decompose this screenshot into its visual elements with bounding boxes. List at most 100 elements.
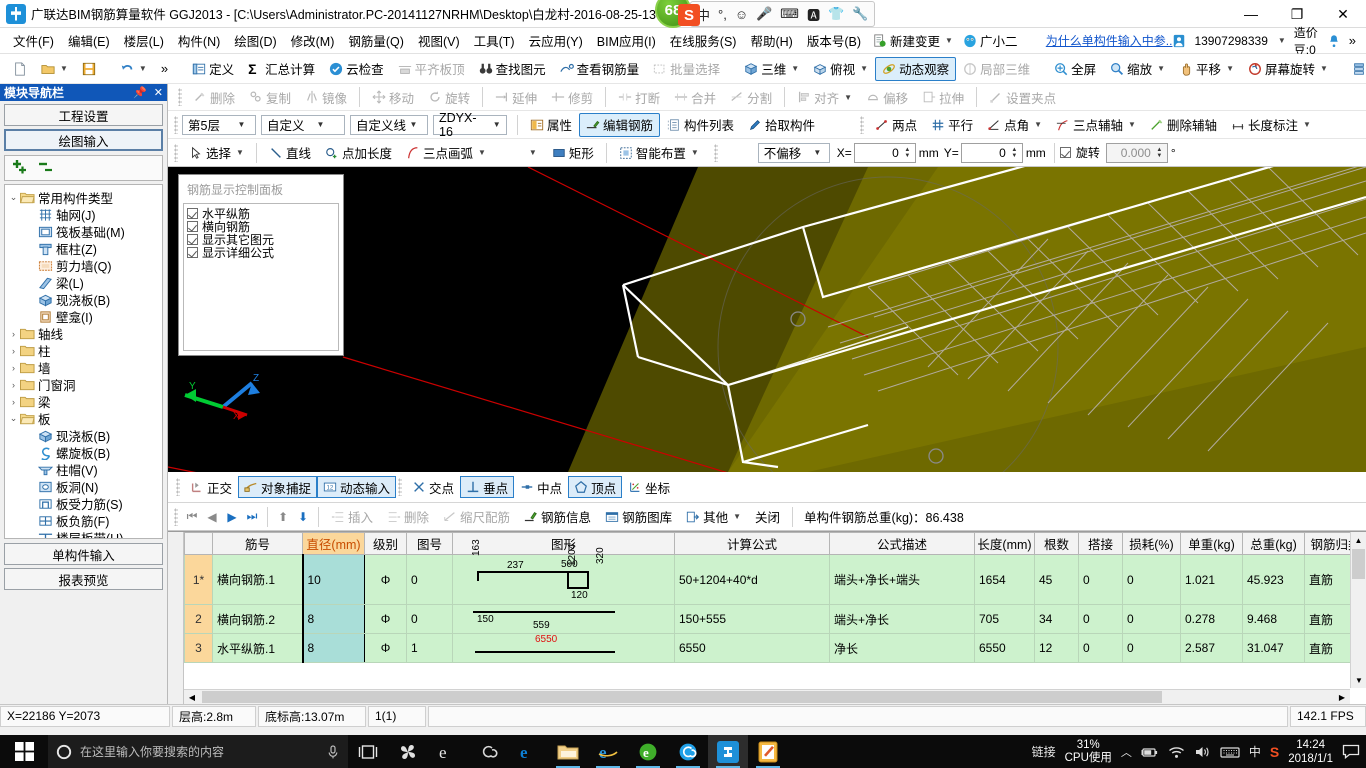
th-category[interactable]: 钢筋归类 [1304,532,1350,555]
tree-item-9[interactable]: › 柱 [7,342,162,359]
chevron-down-icon[interactable]: ▼ [60,64,68,73]
3d-viewport[interactable]: Z Y X 钢筋显示控制面板 水平纵筋 横向钢筋 显示其它图元 显示详细公式 [168,167,1366,472]
rotate-checkbox[interactable] [1059,147,1071,158]
task-view-icon[interactable] [348,735,388,768]
menu-modify[interactable]: 修改(M) [284,28,342,53]
tree-item-5[interactable]: 梁(L) [7,274,162,291]
chevron-down-icon[interactable]: ▼ [1303,120,1311,129]
rebar-library-button[interactable]: 钢筋图库 [598,505,679,529]
menu-view[interactable]: 视图(V) [411,28,467,53]
scroll-right-icon[interactable]: ▶ [1334,690,1350,705]
chevron-down-icon[interactable]: ▼ [1320,64,1328,73]
component-tree[interactable]: ⌄ 常用构件类型 轴网(J) 筏板基础(M) 框柱(Z) 剪力墙(Q) 梁(L) 现浇板(B)… [4,184,163,539]
properties-button[interactable]: 属性 [523,113,579,137]
set-grip-button[interactable]: 设置夹点 [982,85,1063,109]
find-element-button[interactable]: 查找图元 [472,57,553,81]
cell-category[interactable]: 直筋 [1304,633,1350,663]
sogou-browser-icon[interactable] [668,735,708,768]
define-button[interactable]: 定义 [185,57,241,81]
toolbar-grip[interactable] [174,115,178,134]
tree-item-13[interactable]: ⌄ 板 [7,410,162,427]
chevron-down-icon[interactable]: ▼ [234,120,249,129]
pinwheel-icon[interactable] [388,735,428,768]
cell-rebar-name[interactable]: 水平纵筋.1 [212,633,303,663]
merge-button[interactable]: 合并 [667,85,723,109]
toolbar-grip[interactable] [178,88,182,106]
cell-grade[interactable]: Φ [364,554,407,605]
chevron-down-icon[interactable]: ⌄ [7,413,20,424]
cell-category[interactable]: 直筋 [1304,604,1350,634]
battery-icon[interactable] [1141,745,1159,759]
pan-button[interactable]: 平移 ▼ [1172,57,1241,81]
cell-grade[interactable]: Φ [364,633,407,663]
tree-item-17[interactable]: 板洞(N) [7,478,162,495]
toolbar-grip[interactable] [398,478,403,496]
chevron-down-icon[interactable]: ▼ [489,120,504,129]
cell-unit-weight[interactable]: 2.587 [1180,633,1243,663]
chevron-down-icon[interactable]: ▼ [733,512,741,521]
floor-select[interactable]: 第5层 ▼ [182,114,256,135]
th-formula[interactable]: 计算公式 [674,532,830,555]
snap-vertex-button[interactable]: 顶点 [568,476,623,498]
mirror-button[interactable]: 镜像 [298,85,354,109]
new-file-button[interactable] [6,57,34,81]
toolbar-grip[interactable] [860,115,865,134]
windows-start-icon[interactable] [0,735,48,768]
undo-button[interactable]: ▼ [113,57,154,81]
cell-loss[interactable]: 0 [1122,633,1181,663]
phone-chevron-down-icon[interactable]: ▼ [1278,36,1286,45]
tree-item-4[interactable]: 剪力墙(Q) [7,257,162,274]
cell-rowno[interactable]: 3 [184,633,213,663]
rebar-info-button[interactable]: 钢筋信息 [517,505,598,529]
ime-emoji-icon[interactable]: ☺ [735,7,748,22]
tree-item-16[interactable]: 柱帽(V) [7,461,162,478]
rotate-field[interactable]: 0.000 ▲ ▼ [1105,142,1168,163]
smart-layout-button[interactable]: 智能布置 ▼ [612,141,706,165]
chevron-up-icon[interactable]: ︿ [1121,744,1132,760]
break-button[interactable]: 打断 [611,85,667,109]
cell-formula[interactable]: 150+555 [674,604,830,634]
nav-btn-drawing-input[interactable]: 绘图输入 [4,129,163,151]
collapse-all-icon[interactable] [37,160,55,176]
glodon-app-icon[interactable] [708,735,748,768]
rotate-button[interactable]: 旋转 [421,85,477,109]
move-button[interactable]: 移动 [365,85,421,109]
view-3d-button[interactable]: 三维 ▼ [737,57,806,81]
cell-lap[interactable]: 0 [1078,554,1123,605]
align-slab-top-button[interactable]: 平齐板顶 [391,57,472,81]
close-grid-button[interactable]: 关闭 [748,505,787,529]
th-lap[interactable]: 搭接 [1078,532,1123,555]
chevron-right-icon[interactable]: › [7,329,20,339]
menu-floor[interactable]: 楼层(L) [117,28,171,53]
file-explorer-icon[interactable] [548,735,588,768]
chevron-down-icon[interactable]: ▼ [236,148,244,157]
snap-ortho-button[interactable]: 正交 [184,476,238,498]
table-row[interactable]: 2 横向钢筋.2 8 Φ 0 150 559 150+555 端头+净长 705 34 0 0 0.278… [184,604,1350,634]
point-plus-length-button[interactable]: 点加长度 [318,141,399,165]
menu-draw[interactable]: 绘图(D) [227,28,283,53]
select-floor-button[interactable]: 选择楼层 [1345,57,1366,81]
delete-button[interactable]: 删除 [186,85,242,109]
cloud-check-button[interactable]: 云检查 [322,57,391,81]
select-tool-button[interactable]: 选择 ▼ [182,141,251,165]
chevron-right-icon[interactable]: › [7,380,20,390]
close-icon[interactable]: ✕ [154,86,163,99]
copy-button[interactable]: 复制 [242,85,298,109]
th-total-weight[interactable]: 总重(kg) [1242,532,1305,555]
th-diameter[interactable]: 直径(mm) [302,532,365,555]
cell-formula-desc[interactable]: 净长 [829,633,975,663]
cell-length[interactable]: 1654 [974,554,1035,605]
tree-item-20[interactable]: 楼层板带(H) [7,529,162,538]
toolbar-grip[interactable] [713,143,718,162]
cell-total-weight[interactable]: 45.923 [1242,554,1305,605]
three-point-aux-axis-button[interactable]: 三点辅轴 ▼ [1049,113,1143,137]
component-name-select[interactable]: ZDYX-16 ▼ [433,111,507,139]
menu-edit[interactable]: 编辑(E) [61,28,117,53]
view-rebar-quantity-button[interactable]: 查看钢筋量 [553,57,647,81]
table-row[interactable]: 1* 横向钢筋.1 10 Φ 0 163 237 500 1204 320 120 50+1204+4… [184,539,1350,605]
cell-formula-desc[interactable]: 端头+净长+端头 [829,554,975,605]
tree-item-0[interactable]: ⌄ 常用构件类型 [7,189,162,206]
cell-length[interactable]: 705 [974,604,1035,634]
line-tool-button[interactable]: 直线 [262,141,318,165]
grid-first-button[interactable]: ⏮ [182,509,202,524]
